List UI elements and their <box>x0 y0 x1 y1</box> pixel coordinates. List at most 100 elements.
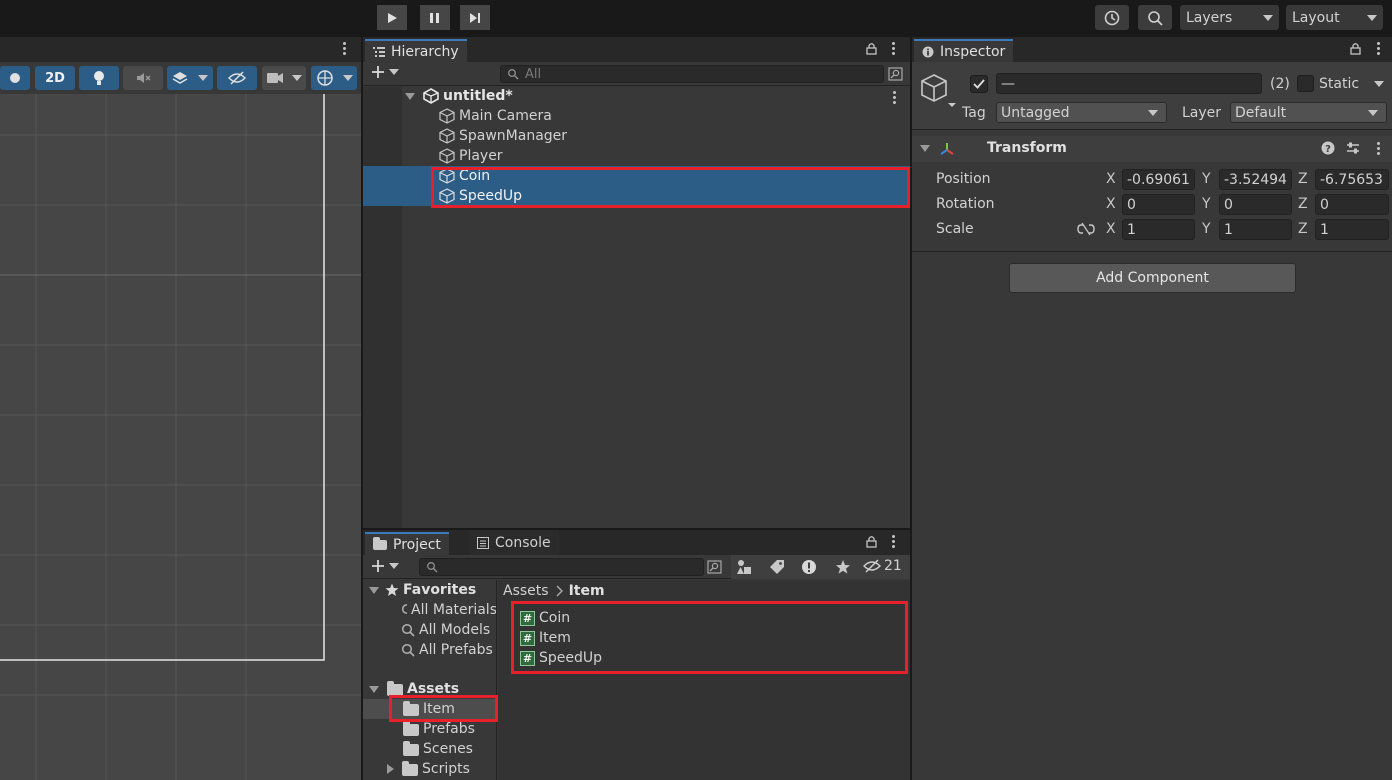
static-dropdown-chevron-icon[interactable] <box>1374 81 1384 87</box>
mode-2d-toggle[interactable]: 2D <box>35 66 75 90</box>
hierarchy-item-spawnmanager[interactable]: SpawnManager <box>363 126 910 146</box>
favorite-item-label: All Materials <box>411 602 497 618</box>
asset-folder-label: Scenes <box>423 741 473 757</box>
lighting-toggle[interactable] <box>79 66 119 90</box>
search-scope-icon[interactable] <box>707 560 722 574</box>
gizmos-toggle[interactable] <box>311 66 357 90</box>
gameobject-cube-icon <box>439 108 455 124</box>
breadcrumb-root[interactable]: Assets <box>503 583 549 599</box>
pause-button[interactable] <box>420 5 450 30</box>
file-item-coin[interactable]: # Coin <box>520 608 570 628</box>
favorite-item-all-materials[interactable]: All Materials <box>363 600 497 620</box>
rotation-x-input[interactable]: 0 <box>1122 194 1195 215</box>
warning-filter-icon[interactable] <box>801 559 817 575</box>
inspector-menu-icon[interactable] <box>1376 42 1380 55</box>
tab-hierarchy[interactable]: Hierarchy <box>365 39 467 62</box>
tab-console[interactable]: Console <box>469 530 559 555</box>
scene-grid <box>0 94 361 780</box>
create-button[interactable] <box>371 65 399 79</box>
add-component-button[interactable]: Add Component <box>1009 263 1296 293</box>
lock-icon[interactable] <box>866 535 877 548</box>
position-z-input[interactable]: -6.75653 <box>1315 169 1389 190</box>
unlinked-scale-icon[interactable] <box>1077 222 1095 236</box>
active-checkbox[interactable] <box>970 75 988 93</box>
rotation-z-input[interactable]: 0 <box>1315 194 1389 215</box>
pause-icon <box>430 12 439 23</box>
search-icon <box>508 69 519 80</box>
static-checkbox[interactable] <box>1297 75 1314 92</box>
presets-icon[interactable] <box>1346 141 1360 155</box>
expand-arrow-icon[interactable] <box>369 586 379 594</box>
transform-header[interactable]: Transform ? <box>912 136 1392 162</box>
position-y-input[interactable]: -3.52494 <box>1219 169 1292 190</box>
layers-dropdown[interactable]: Layers <box>1180 5 1279 30</box>
layout-dropdown[interactable]: Layout <box>1286 5 1383 30</box>
step-button[interactable] <box>460 5 490 30</box>
favorites-row[interactable]: Favorites <box>363 580 496 600</box>
scene-root-row[interactable]: untitled* <box>363 86 910 106</box>
expand-arrow-icon[interactable] <box>387 764 394 774</box>
scene-view[interactable]: 2D <box>0 37 361 780</box>
component-menu-icon[interactable] <box>1376 142 1380 155</box>
expand-arrow-icon[interactable] <box>920 145 930 152</box>
expand-arrow-icon[interactable] <box>369 685 379 693</box>
gameobject-cube-icon <box>439 168 455 184</box>
scale-x-input[interactable]: 1 <box>1122 219 1195 240</box>
panel-splitter[interactable] <box>910 37 912 780</box>
asset-folder-prefabs[interactable]: Prefabs <box>363 719 496 739</box>
main-toolbar: Layers Layout <box>0 0 1392 37</box>
hierarchy-item-speedup[interactable]: SpeedUp <box>363 186 910 206</box>
scale-y-input[interactable]: 1 <box>1219 219 1292 240</box>
open-folder-icon <box>387 681 403 696</box>
play-icon <box>388 12 397 23</box>
tab-inspector[interactable]: Inspector <box>914 39 1014 62</box>
layer-dropdown[interactable]: Default <box>1230 102 1387 123</box>
tag-dropdown[interactable]: Untagged <box>996 102 1167 123</box>
rotation-y-input[interactable]: 0 <box>1219 194 1292 215</box>
hidden-packages-toggle[interactable]: 21 <box>863 558 902 574</box>
search-scope-icon[interactable] <box>888 67 903 81</box>
hierarchy-item-main-camera[interactable]: Main Camera <box>363 106 910 126</box>
hierarchy-item-coin[interactable]: Coin <box>363 166 910 186</box>
asset-folder-scripts[interactable]: Scripts <box>363 759 496 779</box>
audio-toggle[interactable] <box>123 66 163 90</box>
axis-y-label: Y <box>1202 171 1211 187</box>
expand-arrow-icon[interactable] <box>405 92 415 100</box>
star-icon[interactable] <box>835 559 851 575</box>
file-item-speedup[interactable]: # SpeedUp <box>520 648 602 668</box>
scale-z-input[interactable]: 1 <box>1315 219 1389 240</box>
lock-icon[interactable] <box>866 42 877 55</box>
svg-text:?: ? <box>1325 144 1331 155</box>
hidden-objects-toggle[interactable] <box>217 66 257 90</box>
asset-folder-scenes[interactable]: Scenes <box>363 739 496 759</box>
tab-project[interactable]: Project <box>365 532 449 555</box>
camera-settings-button[interactable] <box>262 66 306 90</box>
help-icon[interactable]: ? <box>1321 141 1335 155</box>
object-name-input[interactable]: — <box>996 73 1262 94</box>
create-asset-button[interactable] <box>371 559 399 573</box>
project-search-input[interactable] <box>419 558 704 576</box>
filter-by-type-icon[interactable] <box>736 559 752 575</box>
hierarchy-menu-icon[interactable] <box>891 42 895 55</box>
effects-toggle[interactable] <box>167 66 213 90</box>
position-x-input[interactable]: -0.69061 <box>1122 169 1195 190</box>
lock-icon[interactable] <box>1350 42 1361 55</box>
assets-row[interactable]: Assets <box>363 679 496 699</box>
project-menu-icon[interactable] <box>891 535 895 548</box>
scene-menu-icon[interactable] <box>342 42 346 55</box>
scene-menu-icon[interactable] <box>892 91 896 104</box>
panel-splitter[interactable] <box>361 37 363 780</box>
shading-mode-button[interactable] <box>0 66 30 90</box>
panel-splitter[interactable] <box>363 528 910 530</box>
favorite-item-all-models[interactable]: All Models <box>363 620 496 640</box>
hierarchy-item-player[interactable]: Player <box>363 146 910 166</box>
asset-folder-item[interactable]: Item <box>363 699 496 719</box>
history-button[interactable] <box>1095 5 1129 30</box>
file-item-item[interactable]: # Item <box>520 628 571 648</box>
search-button[interactable] <box>1138 5 1172 30</box>
gameobject-cube-icon[interactable] <box>920 72 956 108</box>
filter-by-label-icon[interactable] <box>769 559 785 575</box>
favorite-item-all-prefabs[interactable]: All Prefabs <box>363 640 496 660</box>
play-button[interactable] <box>377 5 407 30</box>
hierarchy-search-input[interactable]: All <box>500 65 884 83</box>
